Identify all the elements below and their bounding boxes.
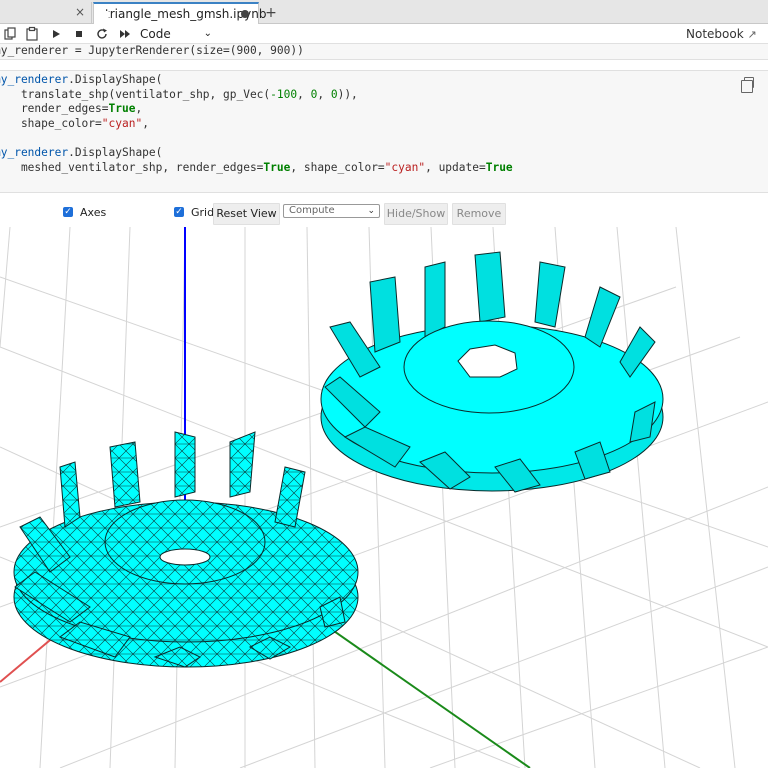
tab-previous[interactable]: × <box>0 2 92 24</box>
external-link-icon: ↗ <box>747 28 757 41</box>
renderer-controls: ✓ Axes ✓ Grid Reset View Compute ⌄ Hide/… <box>0 201 768 227</box>
stop-icon[interactable] <box>72 26 86 42</box>
restart-icon[interactable] <box>95 26 109 42</box>
code-cell-2[interactable]: my_renderer.DisplayShape( translate_shp(… <box>0 70 768 193</box>
kernel-link[interactable]: Notebook ↗ <box>686 26 757 43</box>
code-line: meshed_ventilator_shp, render_edges=True… <box>0 160 513 174</box>
notebook-toolbar: Code ⌄ Notebook ↗ <box>0 24 768 44</box>
run-icon[interactable] <box>49 26 63 42</box>
3d-viewport[interactable] <box>0 227 768 768</box>
code-line: my_renderer.DisplayShape( <box>0 145 163 159</box>
remove-button[interactable]: Remove <box>452 203 506 225</box>
code-line: ) <box>0 131 768 146</box>
paste-cell-icon[interactable] <box>25 26 39 42</box>
axes-checkbox[interactable]: ✓ <box>63 207 73 217</box>
unsaved-dot-icon[interactable] <box>241 10 249 18</box>
add-tab-button[interactable]: + <box>262 4 280 22</box>
code-cell-1[interactable]: my_renderer = JupyterRenderer(size=(900,… <box>0 44 768 60</box>
reset-view-button[interactable]: Reset View <box>213 203 280 225</box>
tab-bar: × triangle_mesh_gmsh.ipynb + <box>0 0 768 24</box>
copy-icon[interactable] <box>741 77 754 93</box>
code-line: ) <box>0 175 768 190</box>
hide-show-button[interactable]: Hide/Show <box>384 203 448 225</box>
grid-checkbox[interactable]: ✓ <box>174 207 184 217</box>
code-line: my_renderer = JupyterRenderer(size=(900,… <box>0 44 304 57</box>
run-all-icon[interactable] <box>118 26 132 42</box>
code-line: render_edges=True, <box>0 102 143 116</box>
chevron-down-icon: ⌄ <box>203 28 212 39</box>
ventilator-solid <box>320 251 664 493</box>
axes-label: Axes <box>80 206 107 219</box>
code-line: shape_color="cyan", <box>0 116 149 130</box>
notebook-window: × triangle_mesh_gmsh.ipynb + Code ⌄ Note… <box>0 0 768 768</box>
kernel-label: Notebook <box>686 27 744 41</box>
tab-notebook[interactable]: triangle_mesh_gmsh.ipynb <box>93 2 266 24</box>
compute-placeholder: Compute <box>289 205 335 216</box>
scene <box>0 227 768 768</box>
ventilator-mesh <box>13 431 359 668</box>
tab-close-icon[interactable]: × <box>75 5 85 19</box>
copy-cell-icon[interactable] <box>3 26 17 42</box>
code-line: my_renderer.DisplayShape( <box>0 73 163 86</box>
code-lines: my_renderer.DisplayShape( translate_shp(… <box>0 73 768 190</box>
compute-select[interactable]: Compute ⌄ <box>283 204 380 218</box>
code-line: translate_shp(ventilator_shp, gp_Vec(-10… <box>0 87 358 101</box>
cell-type-select[interactable]: Code ⌄ <box>140 26 220 42</box>
chevron-down-icon: ⌄ <box>367 206 375 216</box>
grid-label: Grid <box>191 206 215 219</box>
cell-type-value: Code <box>140 27 171 41</box>
